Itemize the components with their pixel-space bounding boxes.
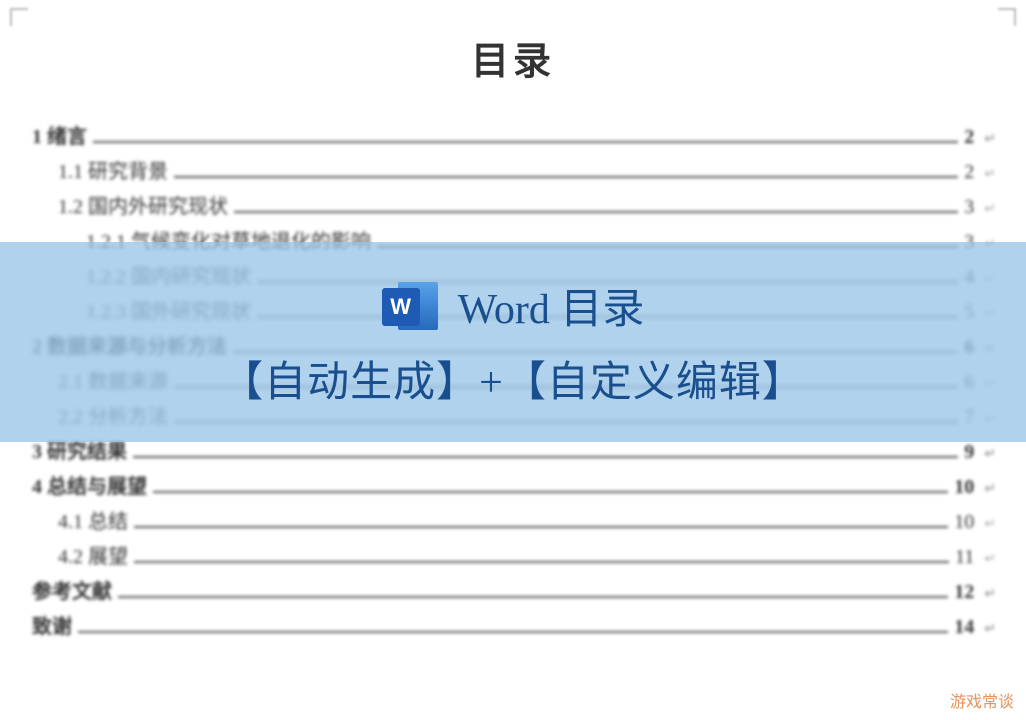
toc-entry-page: 3 — [964, 196, 982, 219]
toc-entry-page: 2 — [964, 161, 982, 184]
document-page: 目录 1 绪言2↵1.1 研究背景2↵1.2 国内外研究现状3↵1.2.1 气候… — [0, 0, 1026, 720]
toc-entry: 4 总结与展望 10↵ — [30, 470, 996, 499]
toc-leader-line — [133, 456, 958, 458]
toc-entry-label: 致谢 — [32, 610, 72, 639]
crop-mark-top-left — [10, 8, 28, 26]
toc-entry: 1.1 研究背景 2↵ — [30, 155, 996, 184]
paragraph-mark-icon: ↵ — [984, 481, 996, 498]
paragraph-mark-icon: ↵ — [984, 586, 996, 603]
toc-leader-line — [134, 526, 948, 528]
toc-entry: 4.2 展望 11↵ — [30, 540, 996, 569]
word-icon-letter: W — [382, 288, 420, 326]
overlay-banner: W Word 目录 【自动生成】+【自定义编辑】 — [0, 242, 1026, 442]
toc-leader-line — [153, 491, 948, 493]
overlay-subtitle: 【自动生成】+【自定义编辑】 — [221, 348, 805, 409]
toc-entry-page: 10 — [954, 511, 982, 534]
toc-entry: 1 绪言 2↵ — [30, 120, 996, 149]
toc-entry-page: 11 — [955, 546, 982, 569]
toc-entry-label: 4.1 总结 — [58, 505, 128, 534]
toc-entry: 致谢 14↵ — [30, 610, 996, 639]
toc-entry-label: 1.2 国内外研究现状 — [58, 190, 228, 219]
toc-leader-line — [78, 631, 948, 633]
toc-entry-label: 参考文献 — [32, 575, 112, 604]
toc-entry-page: 10 — [954, 476, 982, 499]
toc-leader-line — [234, 211, 958, 213]
overlay-heading-row: W Word 目录 — [382, 275, 645, 336]
paragraph-mark-icon: ↵ — [984, 551, 996, 568]
overlay-heading: Word 目录 — [458, 275, 645, 336]
paragraph-mark-icon: ↵ — [984, 166, 996, 183]
word-icon: W — [382, 278, 438, 334]
toc-entry: 参考文献 12↵ — [30, 575, 996, 604]
toc-entry-label: 4.2 展望 — [58, 540, 128, 569]
crop-mark-top-right — [998, 8, 1016, 26]
toc-leader-line — [134, 561, 949, 563]
paragraph-mark-icon: ↵ — [984, 446, 996, 463]
toc-title: 目录 — [30, 30, 996, 85]
toc-entry-label: 1.1 研究背景 — [58, 155, 168, 184]
toc-entry-page: 12 — [954, 581, 982, 604]
paragraph-mark-icon: ↵ — [984, 516, 996, 533]
toc-entry-page: 2 — [964, 126, 982, 149]
toc-entry-page: 9 — [964, 441, 982, 464]
toc-leader-line — [118, 596, 948, 598]
paragraph-mark-icon: ↵ — [984, 621, 996, 638]
toc-entry: 4.1 总结 10↵ — [30, 505, 996, 534]
toc-entry-page: 14 — [954, 616, 982, 639]
toc-entry-label: 1 绪言 — [32, 120, 87, 149]
paragraph-mark-icon: ↵ — [984, 201, 996, 218]
watermark-text: 游戏常谈 — [950, 688, 1014, 712]
toc-entry-label: 4 总结与展望 — [32, 470, 147, 499]
toc-leader-line — [174, 176, 958, 178]
toc-entry: 1.2 国内外研究现状 3↵ — [30, 190, 996, 219]
paragraph-mark-icon: ↵ — [984, 131, 996, 148]
toc-leader-line — [93, 141, 958, 143]
